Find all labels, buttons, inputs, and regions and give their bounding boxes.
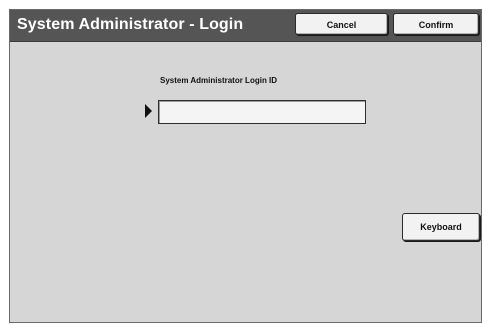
page-title: System Administrator - Login bbox=[17, 16, 244, 33]
cancel-button[interactable]: Cancel bbox=[295, 13, 388, 35]
triangle-pointer-right-icon bbox=[145, 104, 152, 118]
confirm-button[interactable]: Confirm bbox=[393, 13, 479, 35]
keyboard-button[interactable]: Keyboard bbox=[402, 213, 480, 241]
login-screen: System Administrator - Login Cancel Conf… bbox=[9, 9, 482, 323]
login-id-input[interactable] bbox=[158, 100, 366, 124]
title-bar: System Administrator - Login Cancel Conf… bbox=[10, 10, 481, 42]
login-id-label: System Administrator Login ID bbox=[160, 76, 278, 85]
